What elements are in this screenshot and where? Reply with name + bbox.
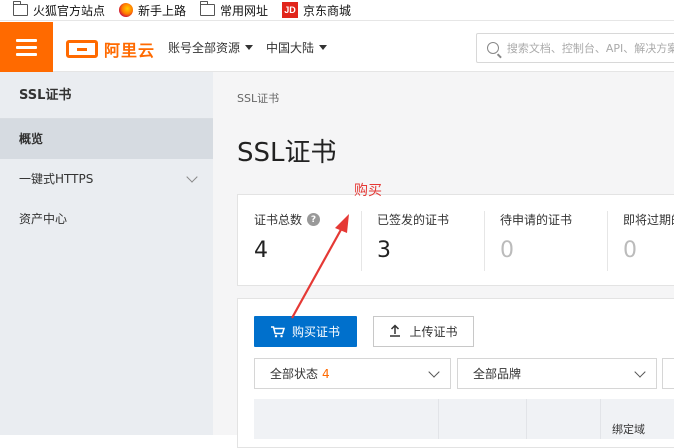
stats-card: 证书总数 ? 4 已签发的证书 3 待申请的证书 0 即将过期的 0 bbox=[237, 194, 674, 286]
stat-label: 即将过期的 bbox=[623, 213, 674, 227]
top-navigation: 阿里云 账号全部资源 中国大陆 bbox=[0, 22, 674, 72]
table-header: 绑定域 bbox=[254, 399, 674, 439]
sidebar-item-overview[interactable]: 概览 bbox=[0, 119, 213, 159]
upload-icon bbox=[389, 323, 401, 340]
bookmark-label: 新手上路 bbox=[138, 3, 187, 18]
bookmark-label: 常用网址 bbox=[220, 3, 269, 18]
bookmarks-bar: 火狐官方站点 新手上路 常用网址 JD 京东商城 bbox=[0, 0, 674, 21]
brand-filter-select[interactable]: 全部品牌 bbox=[457, 358, 657, 389]
bookmark-label: 京东商城 bbox=[303, 3, 352, 18]
stat-pending: 待申请的证书 0 bbox=[484, 211, 607, 271]
stat-expiring: 即将过期的 0 bbox=[607, 211, 674, 271]
bookmark-changyong[interactable]: 常用网址 bbox=[199, 0, 269, 21]
certificates-panel: 购买证书 上传证书 全部状态 4 全部品牌 绑定域 bbox=[237, 298, 674, 448]
stat-label-text: 证书总数 bbox=[254, 213, 303, 227]
folder-icon bbox=[199, 1, 216, 16]
hamburger-icon bbox=[16, 52, 37, 56]
hamburger-icon bbox=[16, 45, 37, 49]
sidebar: SSL证书 概览 一键式HTTPS 资产中心 bbox=[0, 72, 213, 435]
firefox-icon bbox=[119, 3, 134, 17]
upload-certificate-button[interactable]: 上传证书 bbox=[373, 316, 474, 347]
sidebar-item-label: 一键式HTTPS bbox=[19, 172, 94, 186]
bookmark-xinshou[interactable]: 新手上路 bbox=[119, 0, 186, 21]
account-resources-dropdown[interactable]: 账号全部资源 bbox=[168, 39, 254, 56]
stat-value: 3 bbox=[377, 238, 391, 263]
filter-select-partial[interactable] bbox=[662, 358, 674, 389]
stat-issued: 已签发的证书 3 bbox=[361, 211, 484, 271]
sidebar-title: SSL证书 bbox=[0, 72, 213, 119]
page-title: SSL证书 bbox=[237, 138, 337, 168]
bookmark-jd[interactable]: JD 京东商城 bbox=[282, 0, 351, 21]
aliyun-logo-icon bbox=[66, 40, 98, 58]
region-dropdown[interactable]: 中国大陆 bbox=[266, 39, 328, 56]
dropdown-label: 中国大陆 bbox=[266, 41, 315, 55]
status-filter-select[interactable]: 全部状态 4 bbox=[254, 358, 451, 389]
aliyun-logo[interactable]: 阿里云 bbox=[66, 37, 155, 61]
main-content: SSL证书 SSL证书 证书总数 ? 4 已签发的证书 3 待申请的证书 0 即… bbox=[213, 72, 674, 448]
bookmark-huohu[interactable]: 火狐官方站点 bbox=[12, 0, 106, 21]
logo-text: 阿里云 bbox=[104, 41, 156, 60]
buy-certificate-button[interactable]: 购买证书 bbox=[254, 316, 357, 347]
sidebar-item-one-click-https[interactable]: 一键式HTTPS bbox=[0, 159, 213, 199]
cart-icon bbox=[270, 326, 285, 338]
bookmark-label: 火狐官方站点 bbox=[33, 3, 106, 18]
search-box[interactable] bbox=[476, 33, 674, 63]
stat-value: 0 bbox=[623, 238, 637, 263]
button-label: 购买证书 bbox=[291, 325, 340, 339]
status-count: 4 bbox=[322, 366, 330, 381]
button-label: 上传证书 bbox=[409, 325, 458, 339]
dropdown-label: 账号全部资源 bbox=[168, 41, 241, 55]
stat-label: 待申请的证书 bbox=[500, 213, 573, 227]
search-icon bbox=[487, 42, 499, 54]
sidebar-item-asset-center[interactable]: 资产中心 bbox=[0, 199, 213, 239]
breadcrumb[interactable]: SSL证书 bbox=[237, 90, 279, 106]
caret-down-icon bbox=[319, 45, 328, 50]
search-input[interactable] bbox=[506, 41, 674, 55]
stat-value: 4 bbox=[254, 238, 268, 263]
column-divider bbox=[600, 399, 601, 439]
hamburger-icon bbox=[16, 38, 37, 42]
annotation-label: 购买 bbox=[354, 183, 382, 199]
chevron-down-icon bbox=[428, 366, 440, 378]
menu-button[interactable] bbox=[0, 22, 53, 72]
stat-label: 证书总数 ? bbox=[254, 211, 361, 228]
stat-total: 证书总数 ? 4 bbox=[238, 211, 361, 271]
chevron-down-icon bbox=[634, 366, 646, 378]
folder-icon bbox=[12, 1, 28, 16]
help-icon[interactable]: ? bbox=[307, 213, 321, 226]
stat-value: 0 bbox=[500, 238, 514, 263]
column-divider bbox=[526, 399, 527, 439]
jd-icon: JD bbox=[282, 2, 299, 18]
stat-label: 已签发的证书 bbox=[377, 213, 450, 227]
select-label: 全部状态 bbox=[270, 367, 319, 381]
column-divider bbox=[438, 399, 439, 439]
caret-down-icon bbox=[245, 45, 254, 50]
select-label: 全部品牌 bbox=[473, 367, 522, 381]
chevron-down-icon bbox=[186, 171, 198, 183]
